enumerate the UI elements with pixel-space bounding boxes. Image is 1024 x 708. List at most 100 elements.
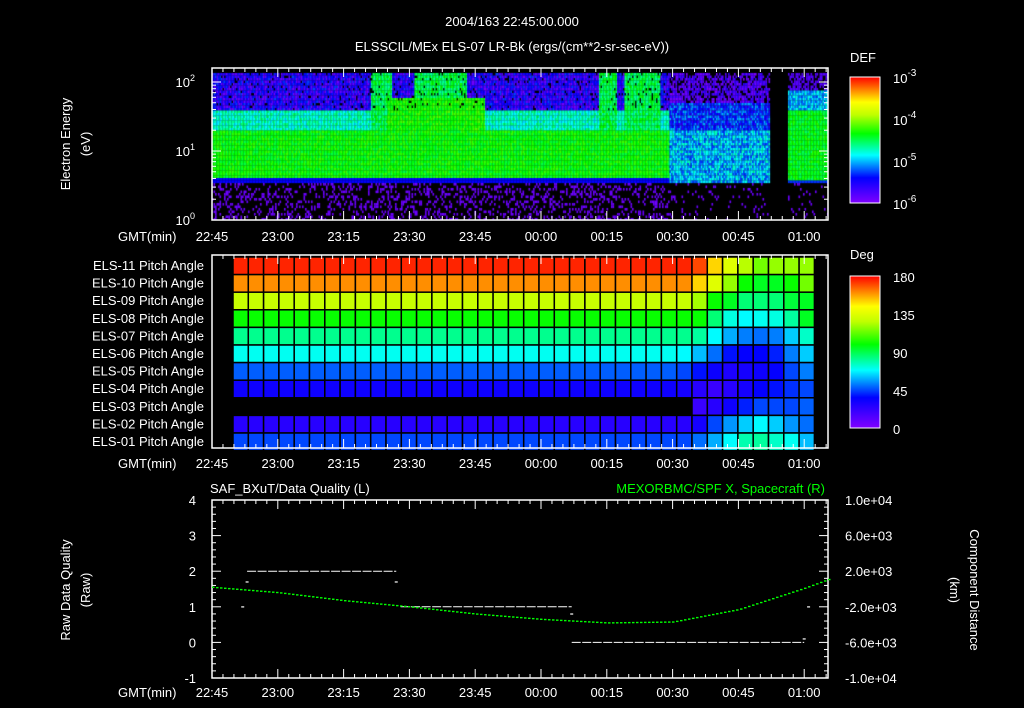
pitch-cell [446,379,464,399]
pitch-row-label: ELS-08 Pitch Angle [92,311,204,326]
position-x-point [612,622,615,624]
position-x-point [292,593,295,596]
pitch-cell [675,291,693,311]
pitch-cell [415,326,433,346]
pitch-cell [721,361,739,381]
position-x-point [416,606,419,609]
position-x-point [220,587,223,589]
x-tick-label: 01:00 [788,456,821,471]
pitch-cell [278,414,295,434]
position-x-point [352,600,355,603]
right-y-tick-label: -1.0e+04 [845,671,897,686]
spectrogram-frame [211,67,829,221]
pitch-cell [721,256,739,276]
pitch-cell [783,309,800,329]
position-x-point [560,619,563,622]
right-y-tick-label: 1.0e+04 [845,493,892,508]
x-tick-label: 23:15 [327,456,360,471]
position-x-point [824,580,827,582]
pitch-cell [737,291,754,311]
pitch-cell [538,414,556,434]
position-x-point [448,610,451,612]
pitch-cell [553,256,571,276]
y-tick-exp: 1 [190,142,195,152]
pitch-cell [568,256,586,276]
pitch-cell [522,291,540,311]
pitch-cell [477,256,494,276]
y-tick-base: 10 [176,213,190,228]
position-x-point [308,595,311,598]
quality-point [802,638,806,640]
position-x-point [276,591,279,594]
pitch-cell [446,309,464,329]
pitch-cell [568,309,586,329]
pitch-cell [691,379,709,399]
pitch-cell [538,291,556,311]
position-x-point [372,602,375,605]
position-x-point [700,616,703,618]
x-tick-label: 22:45 [196,229,229,244]
pitch-cell [783,344,800,364]
pitch-cell [247,256,265,276]
pitch-cell [385,379,403,399]
pitch-cell [369,326,387,346]
pitch-cell [783,361,800,381]
pitch-cell [232,344,250,364]
pitch-cell [492,379,510,399]
position-x-point [548,619,551,621]
pitch-cell [492,361,510,381]
pitch-cell [553,326,571,346]
left-series-title: SAF_BXuT/Data Quality (L) [210,481,370,496]
pitch-cell [507,291,525,311]
position-x-point [420,607,423,609]
pitch-cell [247,273,265,293]
x-tick-label: 00:00 [525,229,558,244]
position-x-point [504,615,507,618]
pitch-cell [369,414,387,434]
pitch-cell [630,309,647,329]
x-tick-label: 00:45 [722,456,755,471]
pitch-cell [645,361,663,381]
pitch-cell [752,397,770,417]
pitch-cell [324,326,341,346]
position-x-point [640,621,643,624]
right-y-tick-label: -2.0e+03 [845,600,897,615]
pitch-cell [630,326,647,346]
pitch-cell [783,397,800,417]
position-x-point [480,613,483,616]
pitch-cell [400,273,418,293]
position-x-point [236,588,239,590]
position-x-point [796,590,799,592]
pitch-cell [660,326,678,346]
position-x-point [296,594,299,596]
position-x-point [252,589,255,592]
pitch-cell [599,361,617,381]
pitch-cell [645,379,663,399]
position-x-point [620,622,623,624]
position-x-point [524,617,527,619]
pitch-cell [431,344,448,364]
position-x-point [468,612,471,614]
position-x-point [224,587,227,589]
pitch-cell [645,326,663,346]
pitch-cell [461,291,479,311]
position-x-point [444,609,447,612]
colorbar-title: DEF [850,50,876,65]
pitch-cell [706,344,724,364]
pitch-cell [477,273,494,293]
pitch-cell [293,379,311,399]
pitch-cell [385,326,403,346]
pitch-cell [721,379,739,399]
pitch-cell [798,291,816,311]
pitch-cell [737,397,754,417]
position-x-point [472,612,475,615]
pitch-cell [599,273,617,293]
pitch-cell [675,361,693,381]
colorbar-tick-label: 180 [893,270,915,285]
pitch-cell [721,344,739,364]
position-x-point [364,601,367,604]
pitch-cell [599,256,617,276]
pitch-cell [324,344,341,364]
left-y-tick-label: 0 [189,635,196,650]
pitch-cell [691,273,709,293]
